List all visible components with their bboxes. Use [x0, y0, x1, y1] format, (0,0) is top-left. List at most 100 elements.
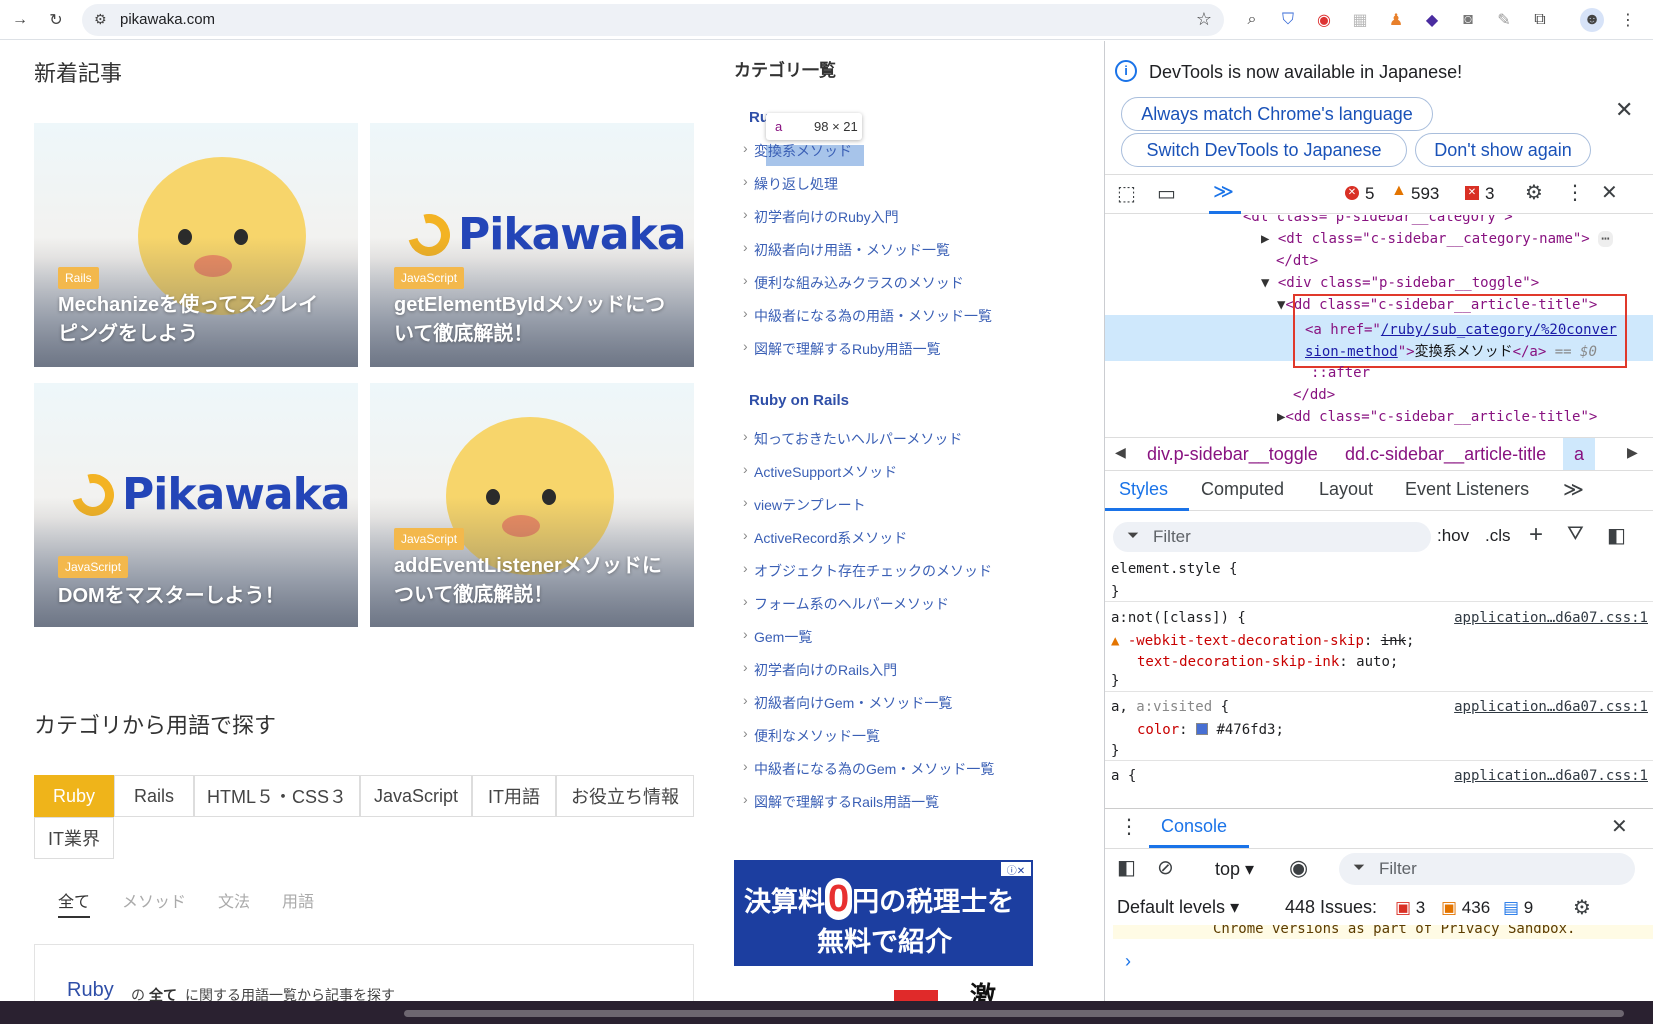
- issue-errors[interactable]: ▣ 3: [1395, 898, 1425, 918]
- devtools-menu-icon[interactable]: ⋮: [1565, 180, 1585, 205]
- switch-to-japanese-button[interactable]: Switch DevTools to Japanese: [1121, 133, 1407, 167]
- issues-label[interactable]: 448 Issues:: [1285, 897, 1377, 918]
- subtab-terms[interactable]: 用語: [282, 888, 314, 912]
- rule-declaration[interactable]: text-decoration-skip-ink: auto;: [1137, 654, 1398, 670]
- address-bar[interactable]: ⚙ pikawaka.com ☆: [82, 4, 1224, 36]
- tab-layout[interactable]: Layout: [1319, 479, 1373, 500]
- ruby-link[interactable]: 中級者になる為の用語・メソッド一覧: [743, 305, 992, 326]
- ruby-link-selected[interactable]: 変換系メソッド: [743, 140, 852, 161]
- dom-node-dl[interactable]: <dl class="p-sidebar__category">: [1243, 215, 1513, 225]
- tab-computed[interactable]: Computed: [1201, 479, 1284, 500]
- paint-icon[interactable]: ⛛: [1567, 523, 1584, 546]
- rule-selector[interactable]: a {: [1111, 768, 1136, 784]
- breadcrumb-item[interactable]: dd.c-sidebar__article-title: [1345, 444, 1546, 465]
- rails-link[interactable]: Gem一覧: [743, 626, 812, 647]
- close-banner-icon[interactable]: ✕: [1615, 97, 1633, 123]
- rails-link[interactable]: viewテンプレート: [743, 494, 866, 515]
- dom-node-dt-close[interactable]: </dt>: [1276, 253, 1318, 269]
- advertisement-banner[interactable]: ⓘ✕ 決算料0 円の税理士を 無料で紹介 激: [734, 860, 1033, 1001]
- issues-count[interactable]: 3: [1485, 184, 1494, 204]
- rails-link[interactable]: ActiveRecord系メソッド: [743, 527, 907, 548]
- new-rule-icon[interactable]: +: [1529, 521, 1543, 549]
- camera-extension-icon[interactable]: ◙: [1456, 8, 1480, 32]
- dom-node-dd-close[interactable]: </dd>: [1293, 387, 1335, 403]
- rails-link[interactable]: 知っておきたいヘルパーメソッド: [743, 428, 962, 449]
- clear-console-icon[interactable]: ⊘: [1157, 855, 1174, 880]
- rule-selector[interactable]: a:not([class]) {: [1111, 610, 1246, 626]
- rule-selector[interactable]: a, a:visited {: [1111, 699, 1229, 715]
- ruby-link[interactable]: 便利な組み込みクラスのメソッド: [743, 272, 964, 293]
- more-style-tabs-icon[interactable]: ≫: [1563, 477, 1584, 502]
- rails-link[interactable]: 初級者向けGem・メソッド一覧: [743, 692, 952, 713]
- error-count[interactable]: 5: [1365, 184, 1374, 204]
- console-settings-icon[interactable]: ⚙: [1573, 895, 1591, 920]
- grid-extension-icon[interactable]: ▦: [1348, 8, 1372, 32]
- issue-info[interactable]: ▤ 9: [1503, 898, 1533, 918]
- rails-link[interactable]: フォーム系のヘルパーメソッド: [743, 593, 949, 614]
- article-card[interactable]: Pikawaka JavaScript DOMをマスターしよう！: [34, 383, 358, 627]
- always-match-language-button[interactable]: Always match Chrome's language: [1121, 97, 1433, 131]
- tab-styles[interactable]: Styles: [1119, 479, 1168, 500]
- article-card[interactable]: Rails Mechanizeを使ってスクレイ ピングをしよう: [34, 123, 358, 367]
- rule-declaration-color[interactable]: color: #476fd3;: [1137, 722, 1284, 738]
- rails-link[interactable]: 初学者向けのRails入門: [743, 659, 897, 680]
- extensions-puzzle-icon[interactable]: ⧉: [1528, 8, 1552, 32]
- cls-toggle[interactable]: .cls: [1485, 526, 1511, 546]
- search-icon[interactable]: ⌕: [1240, 8, 1264, 32]
- ad-choices-icon[interactable]: ⓘ✕: [1001, 862, 1031, 877]
- tab-useful-info[interactable]: お役立ち情報: [556, 775, 694, 817]
- console-filter-input[interactable]: ⏷ Filter: [1339, 853, 1635, 885]
- shield-extension-icon[interactable]: ⛉: [1276, 8, 1300, 32]
- pen-extension-icon[interactable]: ✎: [1492, 8, 1516, 32]
- styles-filter-input[interactable]: ⏷ Filter: [1113, 522, 1431, 552]
- breadcrumb-right-icon[interactable]: ▶: [1627, 444, 1638, 461]
- context-selector[interactable]: top ▾: [1215, 859, 1254, 880]
- console-sidebar-icon[interactable]: ◧: [1117, 855, 1136, 880]
- hov-toggle[interactable]: :hov: [1437, 526, 1469, 546]
- dont-show-again-button[interactable]: Don't show again: [1415, 133, 1591, 167]
- forward-icon[interactable]: →: [8, 8, 32, 32]
- more-tabs-icon[interactable]: ≫: [1213, 179, 1234, 204]
- breadcrumb-left-icon[interactable]: ◀: [1115, 444, 1126, 461]
- rails-category-heading[interactable]: Ruby on Rails: [749, 392, 849, 409]
- rule-source-link[interactable]: application…d6a07.css:1: [1454, 768, 1648, 784]
- ruby-link[interactable]: 初級者向け用語・メソッド一覧: [743, 239, 950, 260]
- profile-avatar[interactable]: ☻: [1580, 8, 1604, 32]
- tab-it-industry[interactable]: IT業界: [34, 817, 114, 859]
- close-drawer-icon[interactable]: ✕: [1611, 814, 1628, 839]
- tab-rails[interactable]: Rails: [114, 775, 194, 817]
- log-levels-dropdown[interactable]: Default levels ▾: [1117, 897, 1239, 918]
- browser-menu-icon[interactable]: ⋮: [1616, 8, 1640, 32]
- breadcrumb-item-selected[interactable]: a: [1563, 438, 1595, 470]
- rule-source-link[interactable]: application…d6a07.css:1: [1454, 610, 1648, 626]
- dom-node-dt[interactable]: ▶ <dt class="c-sidebar__category-name"> …: [1261, 231, 1613, 247]
- subtab-all[interactable]: 全て: [58, 888, 91, 918]
- rule-declaration-warning[interactable]: ▲ -webkit-text-decoration-skip: ink;: [1111, 633, 1414, 649]
- dom-pseudo-after[interactable]: ::after: [1311, 365, 1370, 381]
- color-swatch[interactable]: [1196, 723, 1209, 735]
- tab-it-terms[interactable]: IT用語: [472, 775, 556, 817]
- bookmark-star-icon[interactable]: ☆: [1196, 9, 1212, 30]
- subtab-methods[interactable]: メソッド: [122, 888, 186, 912]
- dom-node-dd-next[interactable]: ▶<dd class="c-sidebar__article-title">: [1277, 409, 1597, 425]
- warning-count[interactable]: 593: [1411, 184, 1439, 204]
- drawer-menu-icon[interactable]: ⋮: [1119, 814, 1139, 839]
- dom-node-toggle[interactable]: ▼ <div class="p-sidebar__toggle">: [1261, 275, 1539, 291]
- rails-link[interactable]: 図解で理解するRails用語一覧: [743, 791, 939, 812]
- live-expression-eye-icon[interactable]: ◉: [1289, 855, 1308, 881]
- article-card[interactable]: JavaScript addEventListenerメソッドに ついて徹底解説！: [370, 383, 694, 627]
- subtab-syntax[interactable]: 文法: [218, 888, 250, 912]
- ruby-link[interactable]: 初学者向けのRuby入門: [743, 206, 899, 227]
- tab-event-listeners[interactable]: Event Listeners: [1405, 479, 1529, 500]
- issue-warnings[interactable]: ▣ 436: [1441, 898, 1490, 918]
- tab-html-css[interactable]: HTML５・CSS３: [194, 775, 360, 817]
- rule-source-link[interactable]: application…d6a07.css:1: [1454, 699, 1648, 715]
- reload-icon[interactable]: ↻: [44, 8, 68, 32]
- horizontal-scrollbar-thumb[interactable]: [404, 1010, 1624, 1017]
- site-settings-icon[interactable]: ⚙: [94, 11, 107, 28]
- tab-ruby[interactable]: Ruby: [34, 775, 114, 817]
- ruby-link[interactable]: 図解で理解するRuby用語一覧: [743, 338, 941, 359]
- cube-extension-icon[interactable]: ◆: [1420, 8, 1444, 32]
- rule-element-style[interactable]: element.style {: [1111, 561, 1237, 577]
- puzzle-character-extension-icon[interactable]: ♟: [1384, 8, 1408, 32]
